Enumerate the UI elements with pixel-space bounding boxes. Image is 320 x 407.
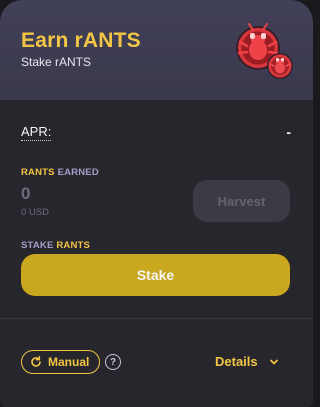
card-title: Earn rANTS — [21, 29, 141, 52]
help-icon[interactable]: ? — [105, 354, 121, 370]
earned-usd-value: 0 USD — [21, 207, 49, 218]
farm-card: Earn rANTS Stake rANTS APR: - RANTS EARN… — [0, 0, 313, 407]
apr-value: - — [286, 124, 291, 140]
stake-label: STAKE RANTS — [21, 240, 90, 251]
manual-label: Manual — [48, 355, 90, 369]
card-subtitle: Stake rANTS — [21, 55, 92, 69]
stake-button[interactable]: Stake — [21, 254, 290, 296]
details-toggle[interactable]: Details — [215, 354, 280, 369]
stake-label-token: RANTS — [56, 240, 91, 251]
apr-label[interactable]: APR: — [21, 124, 52, 141]
apr-row: APR: - — [21, 124, 291, 144]
details-label: Details — [215, 354, 258, 369]
card-header: Earn rANTS Stake rANTS — [0, 0, 313, 100]
card-divider — [0, 318, 313, 319]
earned-amount: 0 — [21, 184, 31, 203]
harvest-button[interactable]: Harvest — [193, 180, 290, 222]
earned-label: RANTS EARNED — [21, 167, 99, 178]
earned-label-word: EARNED — [57, 167, 99, 178]
chevron-down-icon — [269, 359, 278, 364]
refresh-icon — [31, 356, 41, 367]
manual-badge: Manual — [21, 350, 100, 374]
earned-label-token: RANTS — [21, 167, 55, 178]
ant-token-pair-icon — [236, 23, 293, 79]
stake-label-word: STAKE — [21, 240, 54, 251]
